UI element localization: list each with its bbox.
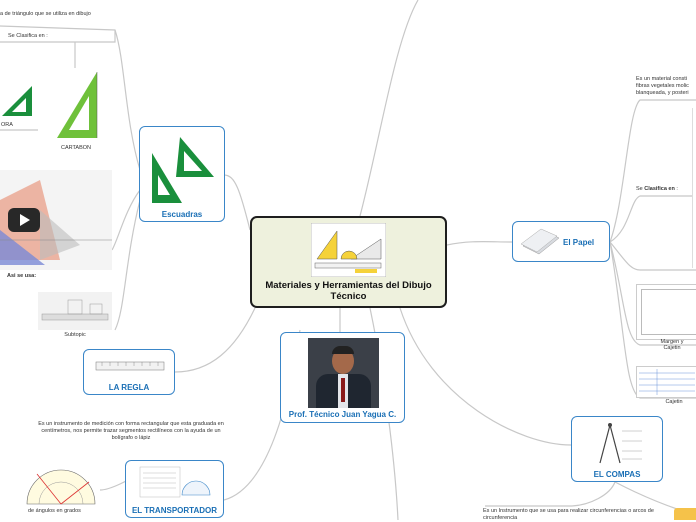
la-regla-node[interactable]: LA REGLA: [83, 349, 175, 395]
compass-icon: [599, 423, 642, 464]
papel-clasifica-prefix: Se: [636, 186, 643, 192]
profesor-node[interactable]: Prof. Técnico Juan Yagua C.: [280, 332, 405, 423]
protractor-icon: [139, 466, 211, 498]
drawing-tools-image: [311, 223, 386, 277]
papel-description: Es un material consti fibras vegetales m…: [636, 76, 689, 96]
protractor-image: [25, 464, 97, 506]
cajetin-caption: Cajetin: [665, 399, 683, 405]
central-topic[interactable]: Materiales y Herramientas del Dibujo Téc…: [250, 216, 447, 308]
compass-image: [674, 508, 696, 520]
escuadra-caption: ORA: [1, 122, 13, 128]
margen-image: [636, 284, 696, 340]
link-regla: [174, 307, 256, 373]
regla-description: Es un instrumento de medición con forma …: [38, 421, 224, 441]
central-title: Materiales y Herramientas del Dibujo Téc…: [265, 280, 432, 302]
link-escuadras: [223, 174, 251, 231]
se-clasifica-label: Se Clasifica en :: [8, 33, 48, 39]
cartabon-image: [47, 68, 103, 142]
link-compas: [399, 307, 572, 446]
asi-se-usa-label: Asi se usa:: [7, 273, 37, 279]
el-papel-node[interactable]: El Papel: [512, 221, 610, 262]
play-icon[interactable]: [8, 208, 40, 232]
escuadras-icon: [152, 137, 214, 203]
el-transportador-label: EL TRANSPORTADOR: [131, 506, 218, 515]
paper-icon: [520, 228, 560, 255]
profesor-photo: [308, 338, 379, 408]
cartabon-caption: CARTABON: [60, 145, 92, 151]
profesor-label: Prof. Técnico Juan Yagua C.: [288, 410, 397, 419]
el-papel-label: El Papel: [563, 238, 595, 247]
papel-sizes-image: [692, 108, 696, 268]
escuadras-node[interactable]: Escuadras: [139, 126, 225, 222]
papel-clasifica-text: Se Clasifica en :: [636, 186, 678, 193]
angulos-caption: de ángulos en grados: [28, 508, 81, 514]
link-top: [359, 0, 419, 217]
margen-caption: Margen y Cajetin: [660, 339, 684, 351]
link-papel: [446, 241, 513, 246]
el-compas-node[interactable]: EL COMPAS: [571, 416, 663, 482]
escuadra-image: [0, 68, 38, 120]
escuadras-label: Escuadras: [161, 210, 203, 219]
la-regla-label: LA REGLA: [108, 383, 150, 392]
el-transportador-node[interactable]: EL TRANSPORTADOR: [125, 460, 224, 518]
video-thumbnail[interactable]: [0, 170, 112, 270]
el-compas-label: EL COMPAS: [593, 470, 641, 479]
papel-clasifica-suffix: :: [676, 186, 678, 192]
papel-clasifica-bold: Clasifica en: [644, 186, 675, 192]
ruler-icon: [95, 361, 165, 371]
subtopic-caption: Subtopic: [64, 332, 86, 338]
triangulo-definition: a de triángulo que se utiliza en dibujo: [0, 11, 91, 17]
subtopic-image: [38, 292, 112, 330]
cajetin-image: [636, 366, 696, 398]
